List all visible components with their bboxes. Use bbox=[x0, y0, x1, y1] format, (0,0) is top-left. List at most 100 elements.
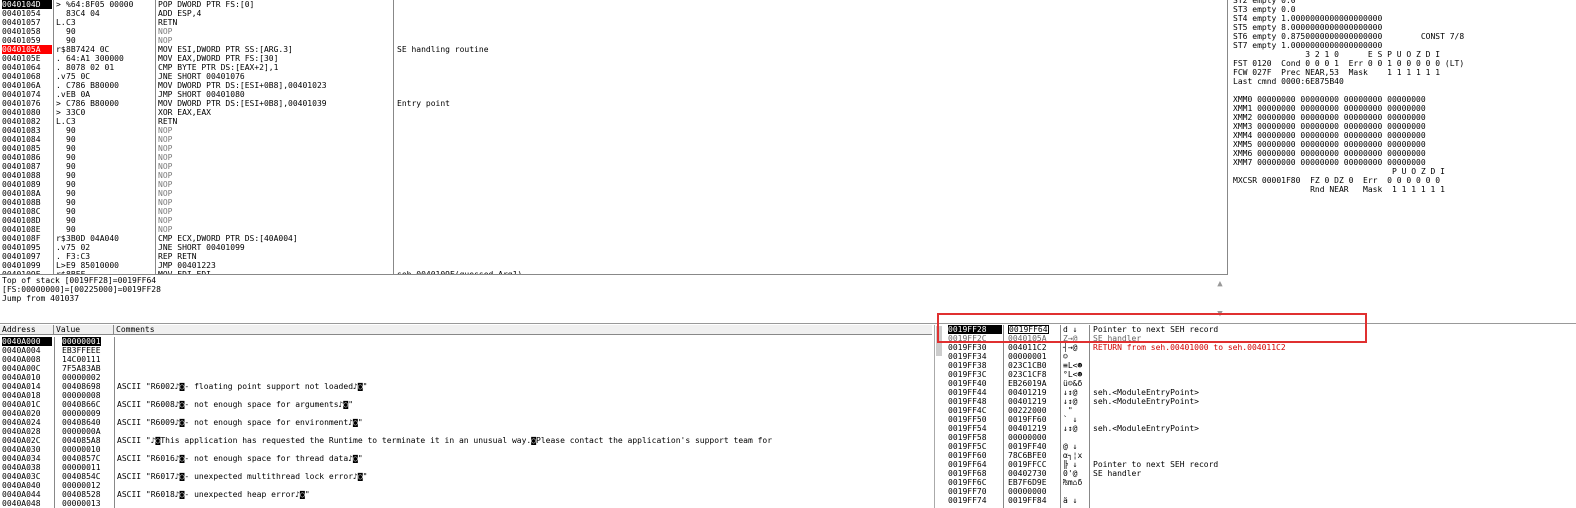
disassembly-pane[interactable]: 0040104D > %64:8F05 00000 POP DWORD PTR FS:… bbox=[0, 0, 1228, 274]
address-cell: 0019FF34 bbox=[948, 352, 987, 361]
hex-cell: 90 bbox=[66, 189, 76, 198]
ascii-cell: ☺ bbox=[1063, 352, 1068, 361]
disasm-row[interactable]: 0040104D > %64:8F05 00000 POP DWORD PTR FS:… bbox=[0, 0, 1227, 9]
table-row[interactable]: 0040A03C 0040854C ASCII "R6017♪◙- unexpect… bbox=[0, 472, 932, 481]
disasm-row[interactable]: 0040108F r$ 3B0D 04A040 CMP ECX,DWORD PTR D… bbox=[0, 234, 1227, 243]
disasm-row[interactable]: 00401086 90 NOP bbox=[0, 153, 1227, 162]
register-line: FST 0120 Cond 0 0 0 1 Err 0 0 1 0 0 0 0 … bbox=[1233, 59, 1465, 68]
disasm-row[interactable]: 0040108D 90 NOP bbox=[0, 216, 1227, 225]
disasm-row[interactable]: 00401080 >33C0 XOR EAX,EAX bbox=[0, 108, 1227, 117]
address-cell: 0040108B bbox=[2, 198, 41, 207]
disasm-row[interactable]: 00401064. 8078 02 01 CMP BYTE PTR DS:[EAX+… bbox=[0, 63, 1227, 72]
stack-row[interactable]: 0019FF50 0019FF60 ` ↓ bbox=[944, 415, 1576, 424]
disasm-row[interactable]: 00401097. F3:C3 REP RETN bbox=[0, 252, 1227, 261]
stack-row[interactable]: 0019FF68 00402730 0'@ SE handler bbox=[944, 469, 1576, 478]
address-cell: 0040A020 bbox=[2, 409, 41, 418]
registers-pane[interactable]: ST2 empty 0.0 ST3 empty 0.0 ST4 empty 1.00… bbox=[1233, 0, 1573, 194]
scroll-up-icon[interactable]: ▲ bbox=[1214, 280, 1226, 290]
disasm-row[interactable]: 00401074 .v EB 0A JMP SHORT 00401080 bbox=[0, 90, 1227, 99]
ascii-cell: ↓↕@ bbox=[1063, 424, 1078, 433]
disasm-row[interactable]: 00401099 L> E9 85010000 JMP 00401223 bbox=[0, 261, 1227, 270]
branch-marker: > bbox=[56, 0, 61, 9]
disasm-row[interactable]: 0040108A 90 NOP bbox=[0, 189, 1227, 198]
disasm-row[interactable]: 00401084 90 NOP bbox=[0, 135, 1227, 144]
address-cell: 0019FF60 bbox=[948, 451, 987, 460]
table-row[interactable]: 0040A028 0000000A bbox=[0, 427, 932, 436]
disasm-row[interactable]: 0040108C 90 NOP bbox=[0, 207, 1227, 216]
table-row[interactable]: 0040A000 00000001 bbox=[0, 337, 932, 346]
stack-row[interactable]: 0019FF70 00000000 bbox=[944, 487, 1576, 496]
disasm-row[interactable]: 00401054 83C4 04 ADD ESP,4 bbox=[0, 9, 1227, 18]
instruction-cell: RETN bbox=[158, 18, 178, 27]
address-cell: 00401068 bbox=[2, 72, 41, 81]
stack-row[interactable]: 0019FF48 00401219 ↓↕@ seh.<ModuleEntryPoint… bbox=[944, 397, 1576, 406]
stack-row[interactable]: 0019FF34 00000001 ☺ bbox=[944, 352, 1576, 361]
stack-row[interactable]: 0019FF54 00401219 ↓↕@ seh.<ModuleEntryPoint… bbox=[944, 424, 1576, 433]
stack-pane[interactable]: 0019FF28 0019FF64 d ↓ Pointer to next SEH r… bbox=[944, 325, 1576, 508]
table-row[interactable]: 0040A004 EB3FFEEE bbox=[0, 346, 932, 355]
stack-row[interactable]: 0019FF40 EB26019A ü☺&δ bbox=[944, 379, 1576, 388]
stack-row[interactable]: 0019FF60 78C6BFE0 α┐¦x bbox=[944, 451, 1576, 460]
disasm-row[interactable]: 00401059 90 NOP bbox=[0, 36, 1227, 45]
disasm-row[interactable]: 00401089 90 NOP bbox=[0, 180, 1227, 189]
stack-row[interactable]: 0019FF30 004011C2 ┤→@ RETURN from seh.00401… bbox=[944, 343, 1576, 352]
disasm-row[interactable]: 00401088 90 NOP bbox=[0, 171, 1227, 180]
column-header-comments[interactable]: Comments bbox=[114, 325, 932, 335]
stack-row[interactable]: 0019FF3C 023C1CF8 °L<☻ bbox=[944, 370, 1576, 379]
register-line: XMM6 00000000 00000000 00000000 00000000 bbox=[1233, 149, 1426, 158]
stack-row[interactable]: 0019FF74 0019FF84 ä ↓ bbox=[944, 496, 1576, 505]
stack-row[interactable]: 0019FF6C EB7F6D9E ₧m⌂δ bbox=[944, 478, 1576, 487]
table-row[interactable]: 0040A040 00000012 bbox=[0, 481, 932, 490]
table-row[interactable]: 0040A02C 004085A8 ASCII "♪◙This applicatio… bbox=[0, 436, 932, 445]
table-row[interactable]: 0040A030 00000010 bbox=[0, 445, 932, 454]
disasm-row[interactable]: 00401068 .v 75 0C JNE SHORT 00401076 bbox=[0, 72, 1227, 81]
table-row[interactable]: 0040A010 00000002 bbox=[0, 373, 932, 382]
disasm-row[interactable]: 0040105E. 64:A1 300000 MOV EAX,DWORD PTR F… bbox=[0, 54, 1227, 63]
table-row[interactable]: 0040A044 00408528 ASCII "R6018♪◙- unexpect… bbox=[0, 490, 932, 499]
value-cell: 00408528 bbox=[62, 490, 101, 499]
table-row[interactable]: 0040A008 14C00111 bbox=[0, 355, 932, 364]
disasm-row[interactable]: 00401083 90 NOP bbox=[0, 126, 1227, 135]
stack-row[interactable]: 0019FF4C 00222000 " bbox=[944, 406, 1576, 415]
stack-row[interactable]: 0019FF58 00000000 bbox=[944, 433, 1576, 442]
vertical-splitter[interactable] bbox=[934, 325, 935, 508]
table-row[interactable]: 0040A014 00408698 ASCII "R6002♪◙- floating… bbox=[0, 382, 932, 391]
register-line: XMM2 00000000 00000000 00000000 00000000 bbox=[1233, 113, 1426, 122]
disasm-row[interactable]: 0040108B 90 NOP bbox=[0, 198, 1227, 207]
value-cell: 00000001 bbox=[1008, 352, 1047, 361]
stack-row[interactable]: 0019FF44 00401219 ↓↕@ seh.<ModuleEntryPoint… bbox=[944, 388, 1576, 397]
disasm-row[interactable]: 00401087 90 NOP bbox=[0, 162, 1227, 171]
address-cell: 0040108A bbox=[2, 189, 41, 198]
disasm-row[interactable]: 0040105A r$ 8B7424 0C MOV ESI,DWORD PTR SS:… bbox=[0, 45, 1227, 54]
table-row[interactable]: 0040A020 00000009 bbox=[0, 409, 932, 418]
ascii-cell: ↓↕@ bbox=[1063, 397, 1078, 406]
table-row[interactable]: 0040A048 00000013 bbox=[0, 499, 932, 508]
table-row[interactable]: 0040A00C 7F5A83AB bbox=[0, 364, 932, 373]
column-header-address[interactable]: Address bbox=[0, 325, 54, 335]
stack-row[interactable]: 0019FF5C 0019FF40 @ ↓ bbox=[944, 442, 1576, 451]
table-row[interactable]: 0040A024 00408640 ASCII "R6009♪◙- not enou… bbox=[0, 418, 932, 427]
ascii-cell: ↓↕@ bbox=[1063, 388, 1078, 397]
table-row[interactable]: 0040A034 0040857C ASCII "R6016♪◙- not enou… bbox=[0, 454, 932, 463]
disasm-row[interactable]: 0040108E 90 NOP bbox=[0, 225, 1227, 234]
table-row[interactable]: 0040A01C 0040866C ASCII "R6008♪◙- not enou… bbox=[0, 400, 932, 409]
comment-cell: ASCII "R6008♪◙- not enough space for arg… bbox=[117, 400, 354, 409]
table-row[interactable]: 0040A038 00000011 bbox=[0, 463, 932, 472]
column-header-value[interactable]: Value bbox=[54, 325, 114, 335]
stack-row[interactable]: 0019FF38 023C1CB0 ≡L<☻ bbox=[944, 361, 1576, 370]
register-line: FCW 027F Prec NEAR,53 Mask 1 1 1 1 1 1 bbox=[1233, 68, 1441, 77]
disasm-row[interactable]: 00401085 90 NOP bbox=[0, 144, 1227, 153]
branch-marker: > bbox=[56, 99, 61, 108]
column-divider bbox=[53, 0, 54, 274]
disasm-row[interactable]: 00401082 L. C3 RETN bbox=[0, 117, 1227, 126]
disasm-row[interactable]: 00401076 > C786 B80000 MOV DWORD PTR DS:[ES… bbox=[0, 99, 1227, 108]
disasm-row[interactable]: 00401057 L. C3 RETN bbox=[0, 18, 1227, 27]
disasm-row[interactable]: 00401058 90 NOP bbox=[0, 27, 1227, 36]
disasm-row[interactable]: 00401095 .v 75 02 JNE SHORT 00401099 bbox=[0, 243, 1227, 252]
stack-row[interactable]: 0019FF64 0019FFCC ╠ ↓ Pointer to next SEH r… bbox=[944, 460, 1576, 469]
ascii-cell: ü☺&δ bbox=[1063, 379, 1083, 388]
dump-pane[interactable]: Address Value Comments 0040A000 00000001 0… bbox=[0, 325, 932, 508]
disasm-row[interactable]: 0040106A. C786 B80000 MOV DWORD PTR DS:[ES… bbox=[0, 81, 1227, 90]
table-row[interactable]: 0040A018 00000008 bbox=[0, 391, 932, 400]
address-cell: 0019FF4C bbox=[948, 406, 987, 415]
